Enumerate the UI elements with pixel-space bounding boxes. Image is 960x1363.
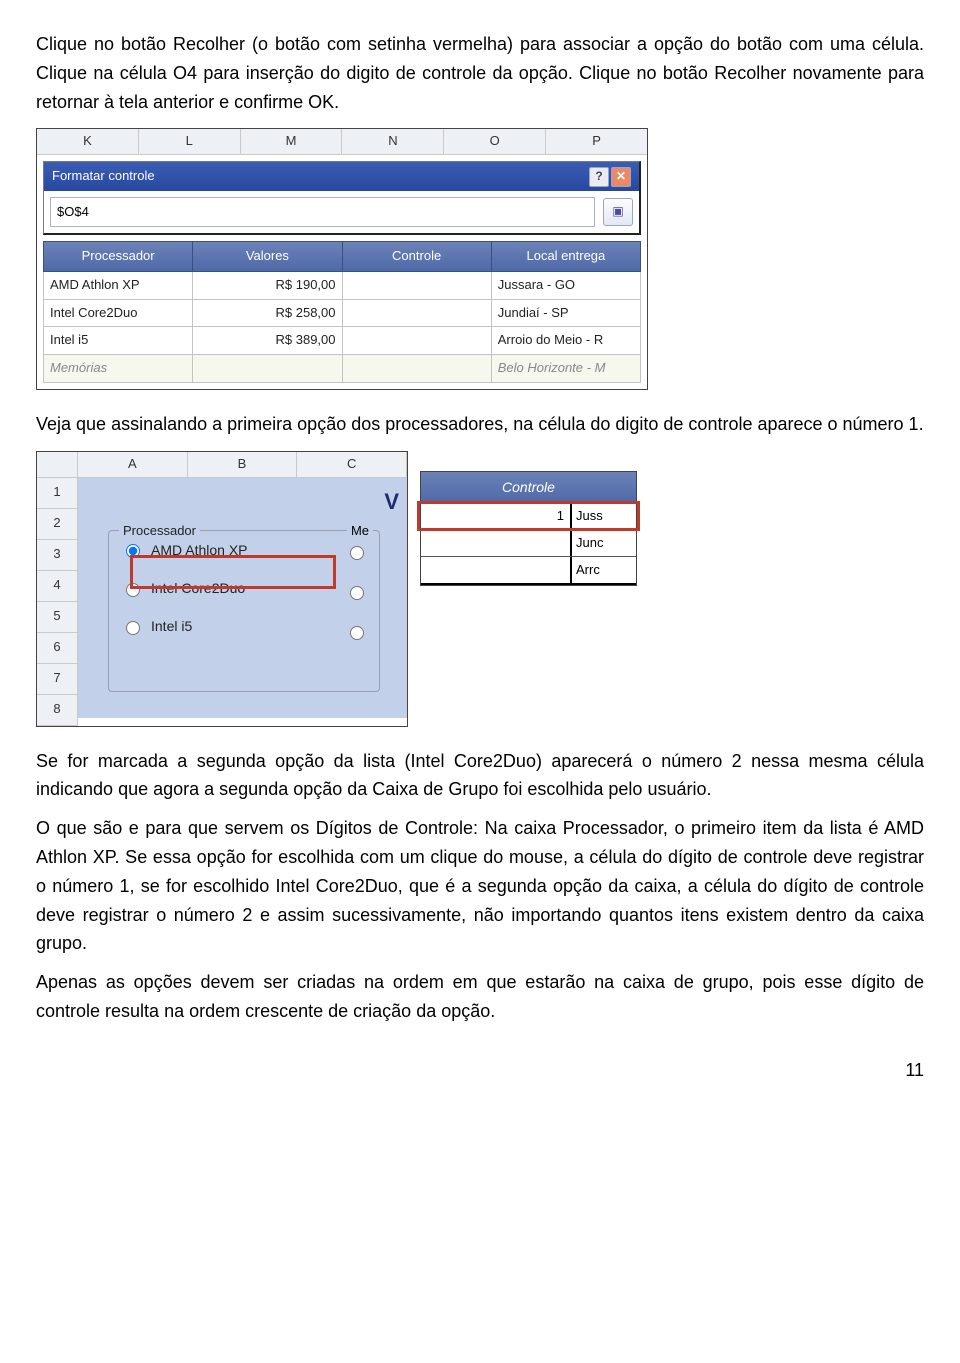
cell-control bbox=[343, 355, 492, 383]
location-fragment: Arrc bbox=[572, 557, 636, 583]
cell-control bbox=[343, 327, 492, 355]
paragraph-1: Clique no botão Recolher (o botão com se… bbox=[36, 30, 924, 116]
location-fragment: Juss bbox=[572, 503, 636, 529]
radio-extra-icon[interactable] bbox=[350, 626, 364, 640]
cell-location: Arroio do Meio - R bbox=[492, 327, 641, 355]
table-row: AMD Athlon XP R$ 190,00 Jussara - GO bbox=[43, 272, 641, 300]
table-header-row: Processador Valores Controle Local entre… bbox=[43, 241, 641, 272]
paragraph-5: Apenas as opções devem ser criadas na or… bbox=[36, 968, 924, 1026]
row-header[interactable]: 8 bbox=[37, 695, 78, 726]
cell-link-input[interactable] bbox=[50, 197, 595, 227]
table-header: Local entrega bbox=[492, 241, 641, 272]
cell-location: Jussara - GO bbox=[492, 272, 641, 300]
cell-processor: Intel Core2Duo bbox=[43, 300, 193, 328]
paragraph-4: O que são e para que servem os Dígitos d… bbox=[36, 814, 924, 958]
dialog-title: Formatar controle bbox=[52, 166, 155, 187]
groupbox-legend: Processador bbox=[119, 521, 200, 542]
table-header: Valores bbox=[193, 241, 342, 272]
control-value bbox=[421, 557, 572, 583]
row-header[interactable]: 4 bbox=[37, 571, 78, 602]
select-all-corner[interactable] bbox=[37, 452, 78, 478]
col-header[interactable]: B bbox=[188, 452, 298, 478]
control-value: 1 bbox=[421, 503, 572, 529]
location-fragment: Junc bbox=[572, 530, 636, 556]
radio-extra-icon[interactable] bbox=[350, 546, 364, 560]
table-row: Intel i5 R$ 389,00 Arroio do Meio - R bbox=[43, 327, 641, 355]
cell-control bbox=[343, 300, 492, 328]
expand-dialog-icon[interactable]: ▣ bbox=[603, 198, 633, 226]
paragraph-3: Se for marcada a segunda opção da lista … bbox=[36, 747, 924, 805]
control-column-snippet: Controle 1 Juss Junc Arrc bbox=[420, 471, 637, 586]
groupbox-label-me: Me bbox=[347, 521, 373, 542]
col-header[interactable]: O bbox=[444, 129, 546, 155]
col-header[interactable]: A bbox=[78, 452, 188, 478]
row-header[interactable]: 2 bbox=[37, 509, 78, 540]
row-header[interactable]: 3 bbox=[37, 540, 78, 571]
highlight-rectangle bbox=[130, 555, 336, 589]
table-header: Controle bbox=[343, 241, 492, 272]
radio-extra-icon[interactable] bbox=[350, 586, 364, 600]
figure-1: K L M N O P Formatar controle ? ✕ ▣ Proc… bbox=[36, 128, 924, 390]
control-cell-row1: 1 Juss bbox=[421, 503, 636, 530]
cell-control bbox=[343, 272, 492, 300]
option-i5[interactable]: Intel i5 bbox=[109, 607, 379, 645]
radio-i5[interactable] bbox=[126, 621, 140, 635]
control-header: Controle bbox=[421, 472, 636, 503]
option-label: Intel i5 bbox=[151, 615, 192, 637]
page-number: 11 bbox=[36, 1056, 924, 1085]
column-headers: K L M N O P bbox=[37, 129, 647, 155]
row-header[interactable]: 6 bbox=[37, 633, 78, 664]
table-row-footer: Memórias Belo Horizonte - M bbox=[43, 355, 641, 383]
cell-processor: Intel i5 bbox=[43, 327, 193, 355]
paragraph-2: Veja que assinalando a primeira opção do… bbox=[36, 410, 924, 439]
close-icon[interactable]: ✕ bbox=[611, 167, 631, 187]
col-header[interactable]: M bbox=[241, 129, 343, 155]
cell-processor: Memórias bbox=[43, 355, 193, 383]
worksheet-snippet: A B C 1 2 3 4 5 6 7 8 V Processador Me bbox=[36, 451, 408, 727]
col-header[interactable]: P bbox=[546, 129, 647, 155]
row-header[interactable]: 5 bbox=[37, 602, 78, 633]
cell-processor: AMD Athlon XP bbox=[43, 272, 193, 300]
cell-value: R$ 258,00 bbox=[193, 300, 342, 328]
figure-2: A B C 1 2 3 4 5 6 7 8 V Processador Me bbox=[36, 451, 924, 727]
control-cell-row3: Arrc bbox=[421, 557, 636, 585]
col-header[interactable]: L bbox=[139, 129, 241, 155]
control-value bbox=[421, 530, 572, 556]
cell-value: R$ 190,00 bbox=[193, 272, 342, 300]
col-header[interactable]: C bbox=[297, 452, 407, 478]
table-header: Processador bbox=[43, 241, 193, 272]
cell-location: Belo Horizonte - M bbox=[492, 355, 641, 383]
help-icon[interactable]: ? bbox=[589, 167, 609, 187]
cell-value: R$ 389,00 bbox=[193, 327, 342, 355]
cell-location: Jundiaí - SP bbox=[492, 300, 641, 328]
format-control-dialog: Formatar controle ? ✕ ▣ bbox=[43, 161, 641, 235]
control-cell-row2: Junc bbox=[421, 530, 636, 557]
row-header[interactable]: 1 bbox=[37, 478, 78, 509]
table-row: Intel Core2Duo R$ 258,00 Jundiaí - SP bbox=[43, 300, 641, 328]
sheet-title-fragment: V bbox=[78, 484, 407, 519]
row-header[interactable]: 7 bbox=[37, 664, 78, 695]
col-header[interactable]: K bbox=[37, 129, 139, 155]
cell-value bbox=[193, 355, 342, 383]
col-header[interactable]: N bbox=[342, 129, 444, 155]
